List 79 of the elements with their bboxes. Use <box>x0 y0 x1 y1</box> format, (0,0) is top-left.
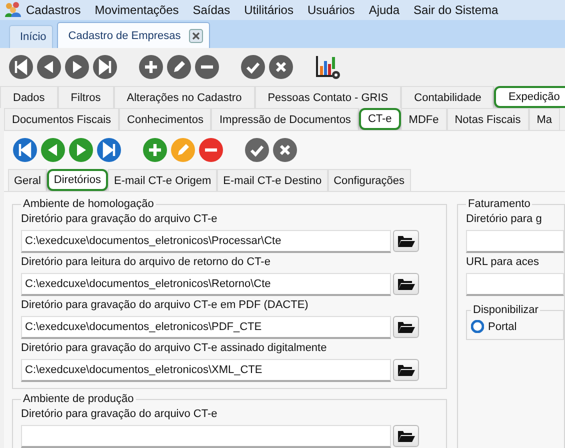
tab-label: Cadastro de Empresas <box>68 30 181 42</box>
input-field[interactable]: C:\exedcuxe\documentos_eletronicos\Processar\Cte <box>21 230 391 253</box>
minus-icon[interactable] <box>195 55 219 79</box>
tab[interactable]: Configurações <box>328 169 411 191</box>
folder-icon <box>397 362 415 376</box>
input-field[interactable] <box>466 273 564 296</box>
tab[interactable]: Diretórios <box>46 169 108 191</box>
users-icon <box>4 1 22 19</box>
tab[interactable]: CT-e <box>358 108 401 130</box>
field-label: Diretório para leitura do arquivo de retorno do CT-e <box>21 256 272 270</box>
group-title: Ambiente de homologação <box>22 198 155 210</box>
input-field[interactable]: C:\exedcuxe\documentos_eletronicos\Retorno\Cte <box>21 273 391 296</box>
tab[interactable]: E-mail CT-e Origem <box>108 169 218 191</box>
menu-item[interactable]: Movimentações <box>94 3 179 17</box>
next-icon[interactable] <box>69 138 93 162</box>
field-label: Diretório para gravação do arquivo CT-e <box>21 213 218 227</box>
group-title: Ambiente de produção <box>22 393 135 405</box>
field-label: Diretório para g <box>466 213 543 227</box>
menu-item[interactable]: Saídas <box>192 3 230 17</box>
plus-icon[interactable] <box>143 138 167 162</box>
tab[interactable]: MDFe <box>400 108 447 130</box>
input-field[interactable] <box>21 425 391 448</box>
folder-icon <box>397 428 415 442</box>
last-record-icon[interactable] <box>97 138 121 162</box>
first-record-icon[interactable] <box>13 138 37 162</box>
tab[interactable]: Ma <box>528 108 560 130</box>
radio-button[interactable] <box>471 320 484 333</box>
close-icon[interactable] <box>188 28 203 42</box>
tab[interactable]: Impressão de Documentos <box>211 108 359 130</box>
tab[interactable]: Dados <box>0 86 58 108</box>
checkmark-icon[interactable] <box>245 138 269 162</box>
field-label: Diretório para gravação do arquivo CT-e em PDF (DACTE) <box>21 299 310 313</box>
browse-button[interactable] <box>393 424 419 446</box>
document-tab[interactable]: Início <box>9 25 54 48</box>
tab[interactable]: E-mail CT-e Destino <box>217 169 328 191</box>
tab[interactable]: Filtros <box>58 86 114 108</box>
minus-icon[interactable] <box>199 138 223 162</box>
menu-item[interactable]: Usuários <box>307 3 355 17</box>
radio-option[interactable]: Portal <box>471 320 559 333</box>
browse-button[interactable] <box>393 272 419 294</box>
tab[interactable]: Pessoas Contato - GRIS <box>254 86 402 108</box>
tab[interactable]: Alterações no Cadastro <box>114 86 255 108</box>
tab[interactable]: Documentos Fiscais <box>4 108 120 130</box>
tab[interactable]: Geral <box>8 169 47 191</box>
chart-settings-icon[interactable] <box>315 54 341 80</box>
input-field[interactable] <box>466 230 564 253</box>
pencil-icon[interactable] <box>167 55 191 79</box>
checkmark-icon[interactable] <box>241 55 265 79</box>
previous-icon[interactable] <box>41 138 65 162</box>
first-record-icon[interactable] <box>9 55 33 79</box>
tab-label: Início <box>20 31 46 43</box>
group-title: Disponibilizar <box>472 304 540 316</box>
menu-item[interactable]: Cadastros <box>26 3 81 17</box>
browse-button[interactable] <box>393 316 419 338</box>
group-title: Faturamento <box>467 198 532 210</box>
tab[interactable]: Conhecimentos <box>119 108 212 130</box>
folder-icon <box>397 320 415 334</box>
folder-icon <box>397 276 415 290</box>
browse-button[interactable] <box>393 230 419 252</box>
tab[interactable]: Expedição <box>494 86 565 108</box>
input-field[interactable]: C:\exedcuxe\documentos_eletronicos\PDF_CTE <box>21 316 391 339</box>
close-icon[interactable] <box>269 55 293 79</box>
menu-item[interactable]: Ajuda <box>368 3 400 17</box>
tab[interactable]: Notas Fiscais <box>446 108 529 130</box>
close-icon[interactable] <box>273 138 297 162</box>
browse-button[interactable] <box>393 358 419 380</box>
menu-item[interactable]: Utilitários <box>244 3 294 17</box>
field-label: Diretório para gravação do arquivo CT-e assinado digitalmente <box>21 342 328 356</box>
last-record-icon[interactable] <box>93 55 117 79</box>
plus-icon[interactable] <box>139 55 163 79</box>
input-field[interactable]: C:\exedcuxe\documentos_eletronicos\XML_CTE <box>21 359 391 382</box>
menu-item[interactable]: Sair do Sistema <box>414 3 498 17</box>
folder-icon <box>397 234 415 248</box>
next-icon[interactable] <box>65 55 89 79</box>
document-tab[interactable]: Cadastro de Empresas <box>57 22 210 48</box>
field-label: URL para aces <box>466 256 540 270</box>
field-label: Diretório para gravação do arquivo CT-e <box>21 408 218 422</box>
tab[interactable]: Contabilidade <box>401 86 494 108</box>
previous-icon[interactable] <box>37 55 61 79</box>
